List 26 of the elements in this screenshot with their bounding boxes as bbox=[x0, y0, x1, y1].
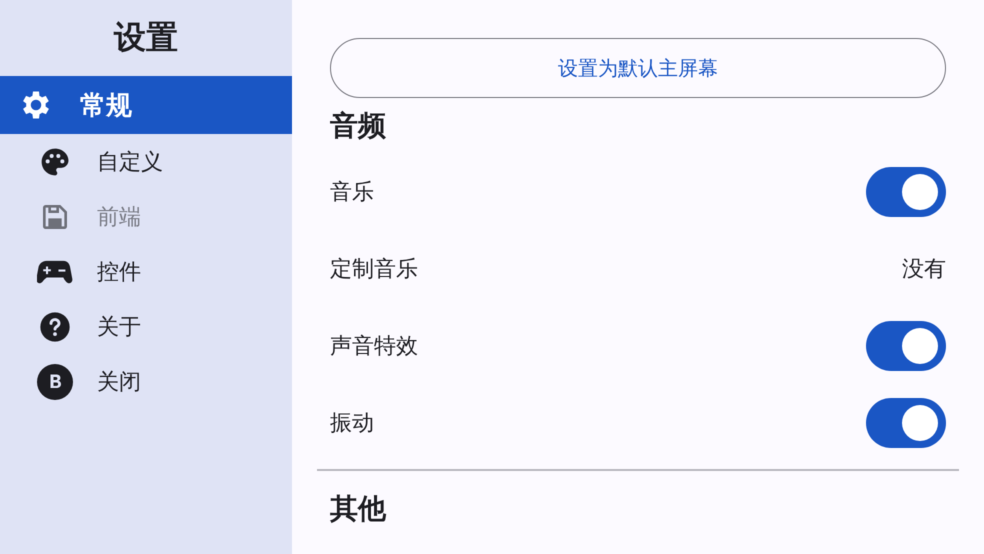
help-icon bbox=[39, 310, 71, 342]
setting-label: 声音特效 bbox=[330, 332, 418, 360]
toggle-switch[interactable] bbox=[866, 166, 946, 216]
sidebar-item-label: 关于 bbox=[97, 314, 141, 342]
section-heading: 音频 bbox=[330, 108, 387, 144]
setting-label: 音乐 bbox=[330, 178, 374, 206]
sidebar-item-label: 关闭 bbox=[97, 368, 141, 396]
section-heading: 其他 bbox=[330, 490, 388, 526]
sidebar-item[interactable]: 关闭 bbox=[0, 354, 292, 409]
sidebar-item[interactable]: 自定义 bbox=[0, 134, 292, 189]
setting-label: 定制音乐 bbox=[330, 256, 418, 284]
setting-label: 振动 bbox=[330, 410, 374, 438]
sidebar-item-label: 前端 bbox=[97, 204, 141, 232]
sidebar-item-label: 自定义 bbox=[97, 148, 163, 176]
sidebar-title: 设置 bbox=[112, 17, 179, 58]
sidebar-item[interactable]: 关于 bbox=[0, 299, 292, 354]
palette-icon bbox=[39, 146, 71, 178]
sidebar-item[interactable]: 控件 bbox=[0, 244, 292, 299]
sidebar-item-label: 控件 bbox=[97, 258, 141, 286]
toggle-switch[interactable] bbox=[866, 320, 946, 370]
setting-value[interactable]: 没有 bbox=[902, 254, 946, 284]
sidebar-item-label: 常规 bbox=[80, 90, 132, 122]
b-button-icon bbox=[37, 364, 73, 400]
sidebar-item[interactable]: 常规 bbox=[0, 76, 292, 134]
set-default-home-button[interactable]: 设置为默认主屏幕 bbox=[330, 38, 946, 98]
toggle-switch[interactable] bbox=[866, 398, 946, 448]
